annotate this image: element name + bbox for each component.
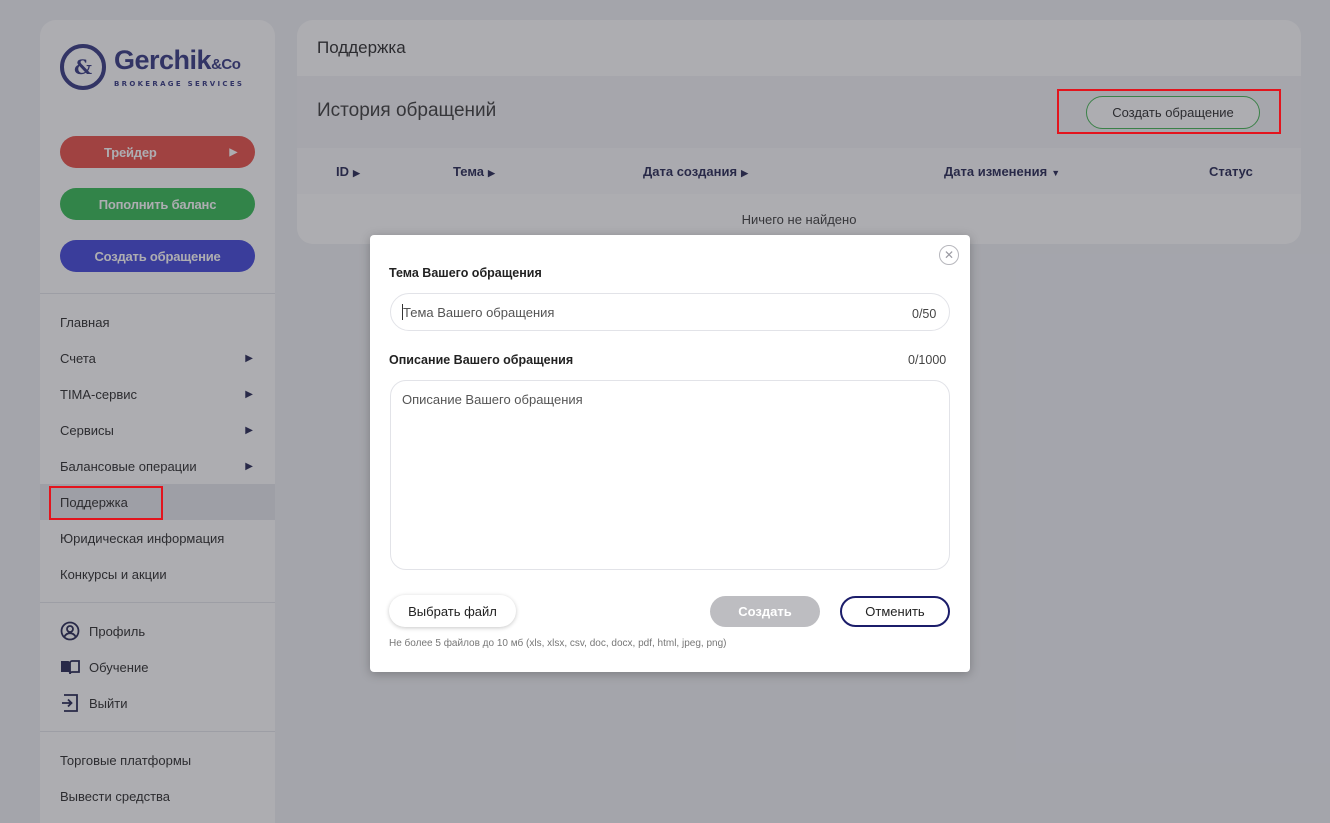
subject-input[interactable]: Тема Вашего обращения (390, 293, 950, 331)
description-label: Описание Вашего обращения (389, 353, 574, 367)
choose-file-button[interactable]: Выбрать файл (389, 595, 516, 627)
highlight-support (49, 486, 163, 520)
highlight-create-ticket (1057, 89, 1281, 134)
subject-label: Тема Вашего обращения (389, 266, 542, 280)
description-counter: 0/1000 (908, 353, 947, 367)
description-textarea[interactable]: Описание Вашего обращения (390, 380, 950, 570)
file-hint: Не более 5 файлов до 10 мб (xls, xlsx, c… (389, 638, 727, 649)
cancel-button[interactable]: Отменить (840, 596, 950, 627)
create-ticket-modal: ✕ Тема Вашего обращения Тема Вашего обра… (370, 235, 970, 672)
close-icon[interactable]: ✕ (939, 245, 959, 265)
description-placeholder: Описание Вашего обращения (402, 392, 583, 407)
subject-placeholder: Тема Вашего обращения (403, 304, 555, 320)
submit-button[interactable]: Создать (710, 596, 820, 627)
subject-counter: 0/50 (912, 307, 937, 321)
